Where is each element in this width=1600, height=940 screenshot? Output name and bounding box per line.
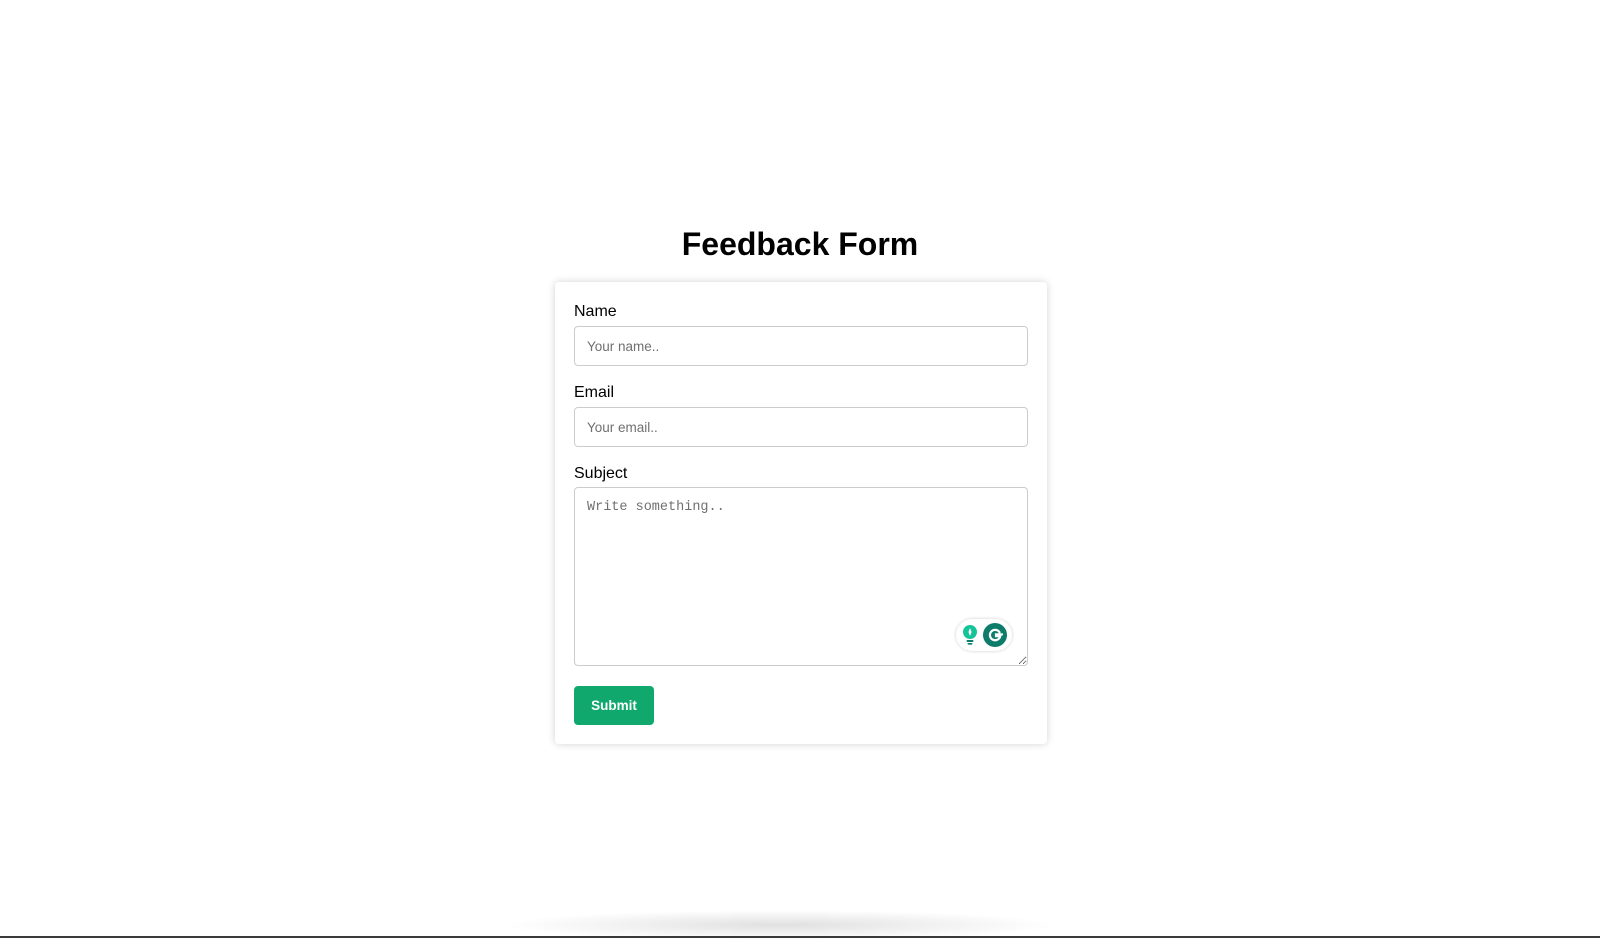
subject-label: Subject xyxy=(574,465,628,482)
email-label: Email xyxy=(574,384,615,401)
submit-button[interactable]: Submit xyxy=(574,686,654,725)
lightbulb-icon[interactable] xyxy=(961,624,979,646)
feedback-form: Name Email Subject Submit xyxy=(555,282,1047,744)
subject-field-wrapper xyxy=(574,487,1028,666)
page-title: Feedback Form xyxy=(681,226,919,262)
name-input[interactable] xyxy=(574,326,1028,366)
grammarly-g-icon[interactable] xyxy=(983,623,1007,647)
grammarly-widget[interactable] xyxy=(956,619,1012,651)
email-input[interactable] xyxy=(574,407,1028,447)
name-label: Name xyxy=(574,303,617,320)
